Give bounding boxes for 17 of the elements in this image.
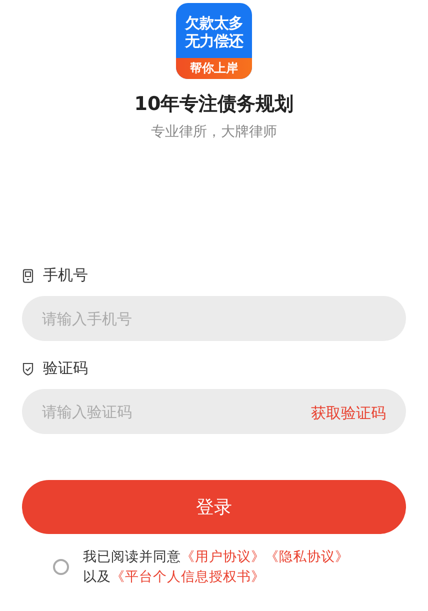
- page-subtitle: 专业律所，大牌律师: [151, 123, 277, 141]
- page-title: 10年专注债务规划: [134, 92, 294, 117]
- agreement-link[interactable]: 《平台个人信息授权书》: [111, 569, 265, 585]
- login-button[interactable]: 登录: [22, 480, 406, 534]
- logo-text: 无力偿还: [185, 32, 243, 50]
- phone-field[interactable]: 请输入手机号: [22, 296, 406, 341]
- phone-icon: [22, 268, 34, 282]
- shield-icon: [22, 362, 34, 376]
- agreement-link[interactable]: 《用户协议》: [181, 549, 265, 565]
- logo-banner: 帮你上岸: [176, 58, 252, 79]
- agreement-text: 我已阅读并同意《用户协议》《隐私协议》 以及《平台个人信息授权书》: [83, 548, 350, 587]
- field-label: 验证码: [43, 359, 88, 378]
- field-label: 手机号: [43, 266, 88, 285]
- logo-text: 欠款太多: [185, 14, 243, 32]
- get-code-link[interactable]: 获取验证码: [311, 404, 386, 423]
- agreement-link[interactable]: 《隐私协议》: [265, 549, 349, 565]
- agreement-checkbox[interactable]: [53, 559, 69, 575]
